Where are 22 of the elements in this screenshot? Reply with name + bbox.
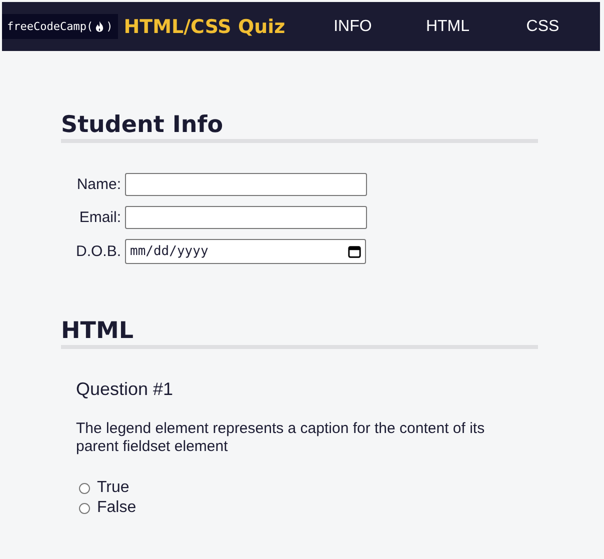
- radio-button[interactable]: [79, 482, 90, 494]
- site-title: HTML/CSS Quiz: [124, 16, 286, 38]
- section-heading: HTML: [61, 318, 538, 349]
- section-heading: Student Info: [61, 112, 538, 143]
- field-label: Email:: [78, 209, 122, 226]
- logo-text: freeCodeCamp(: [7, 20, 94, 33]
- question-title: Question #1: [76, 379, 174, 400]
- flame-icon: [95, 21, 104, 32]
- field-label: Name:: [76, 176, 122, 193]
- option-label: False: [97, 499, 136, 517]
- nav-link[interactable]: CSS: [495, 18, 590, 36]
- nav-link[interactable]: INFO: [305, 18, 400, 36]
- radio-button[interactable]: [79, 502, 90, 514]
- question-text: The legend element represents a caption for the content of its parent fieldset element: [76, 420, 486, 456]
- field-label: D.O.B.: [74, 243, 122, 260]
- option-label: True: [97, 479, 130, 497]
- input-field[interactable]: [125, 206, 367, 229]
- date-field[interactable]: mm/dd/yyyy: [125, 239, 366, 264]
- input-field[interactable]: [125, 173, 367, 196]
- calendar-icon: [348, 245, 361, 258]
- logo-text: ): [106, 20, 113, 33]
- nav-link[interactable]: HTML: [400, 18, 496, 36]
